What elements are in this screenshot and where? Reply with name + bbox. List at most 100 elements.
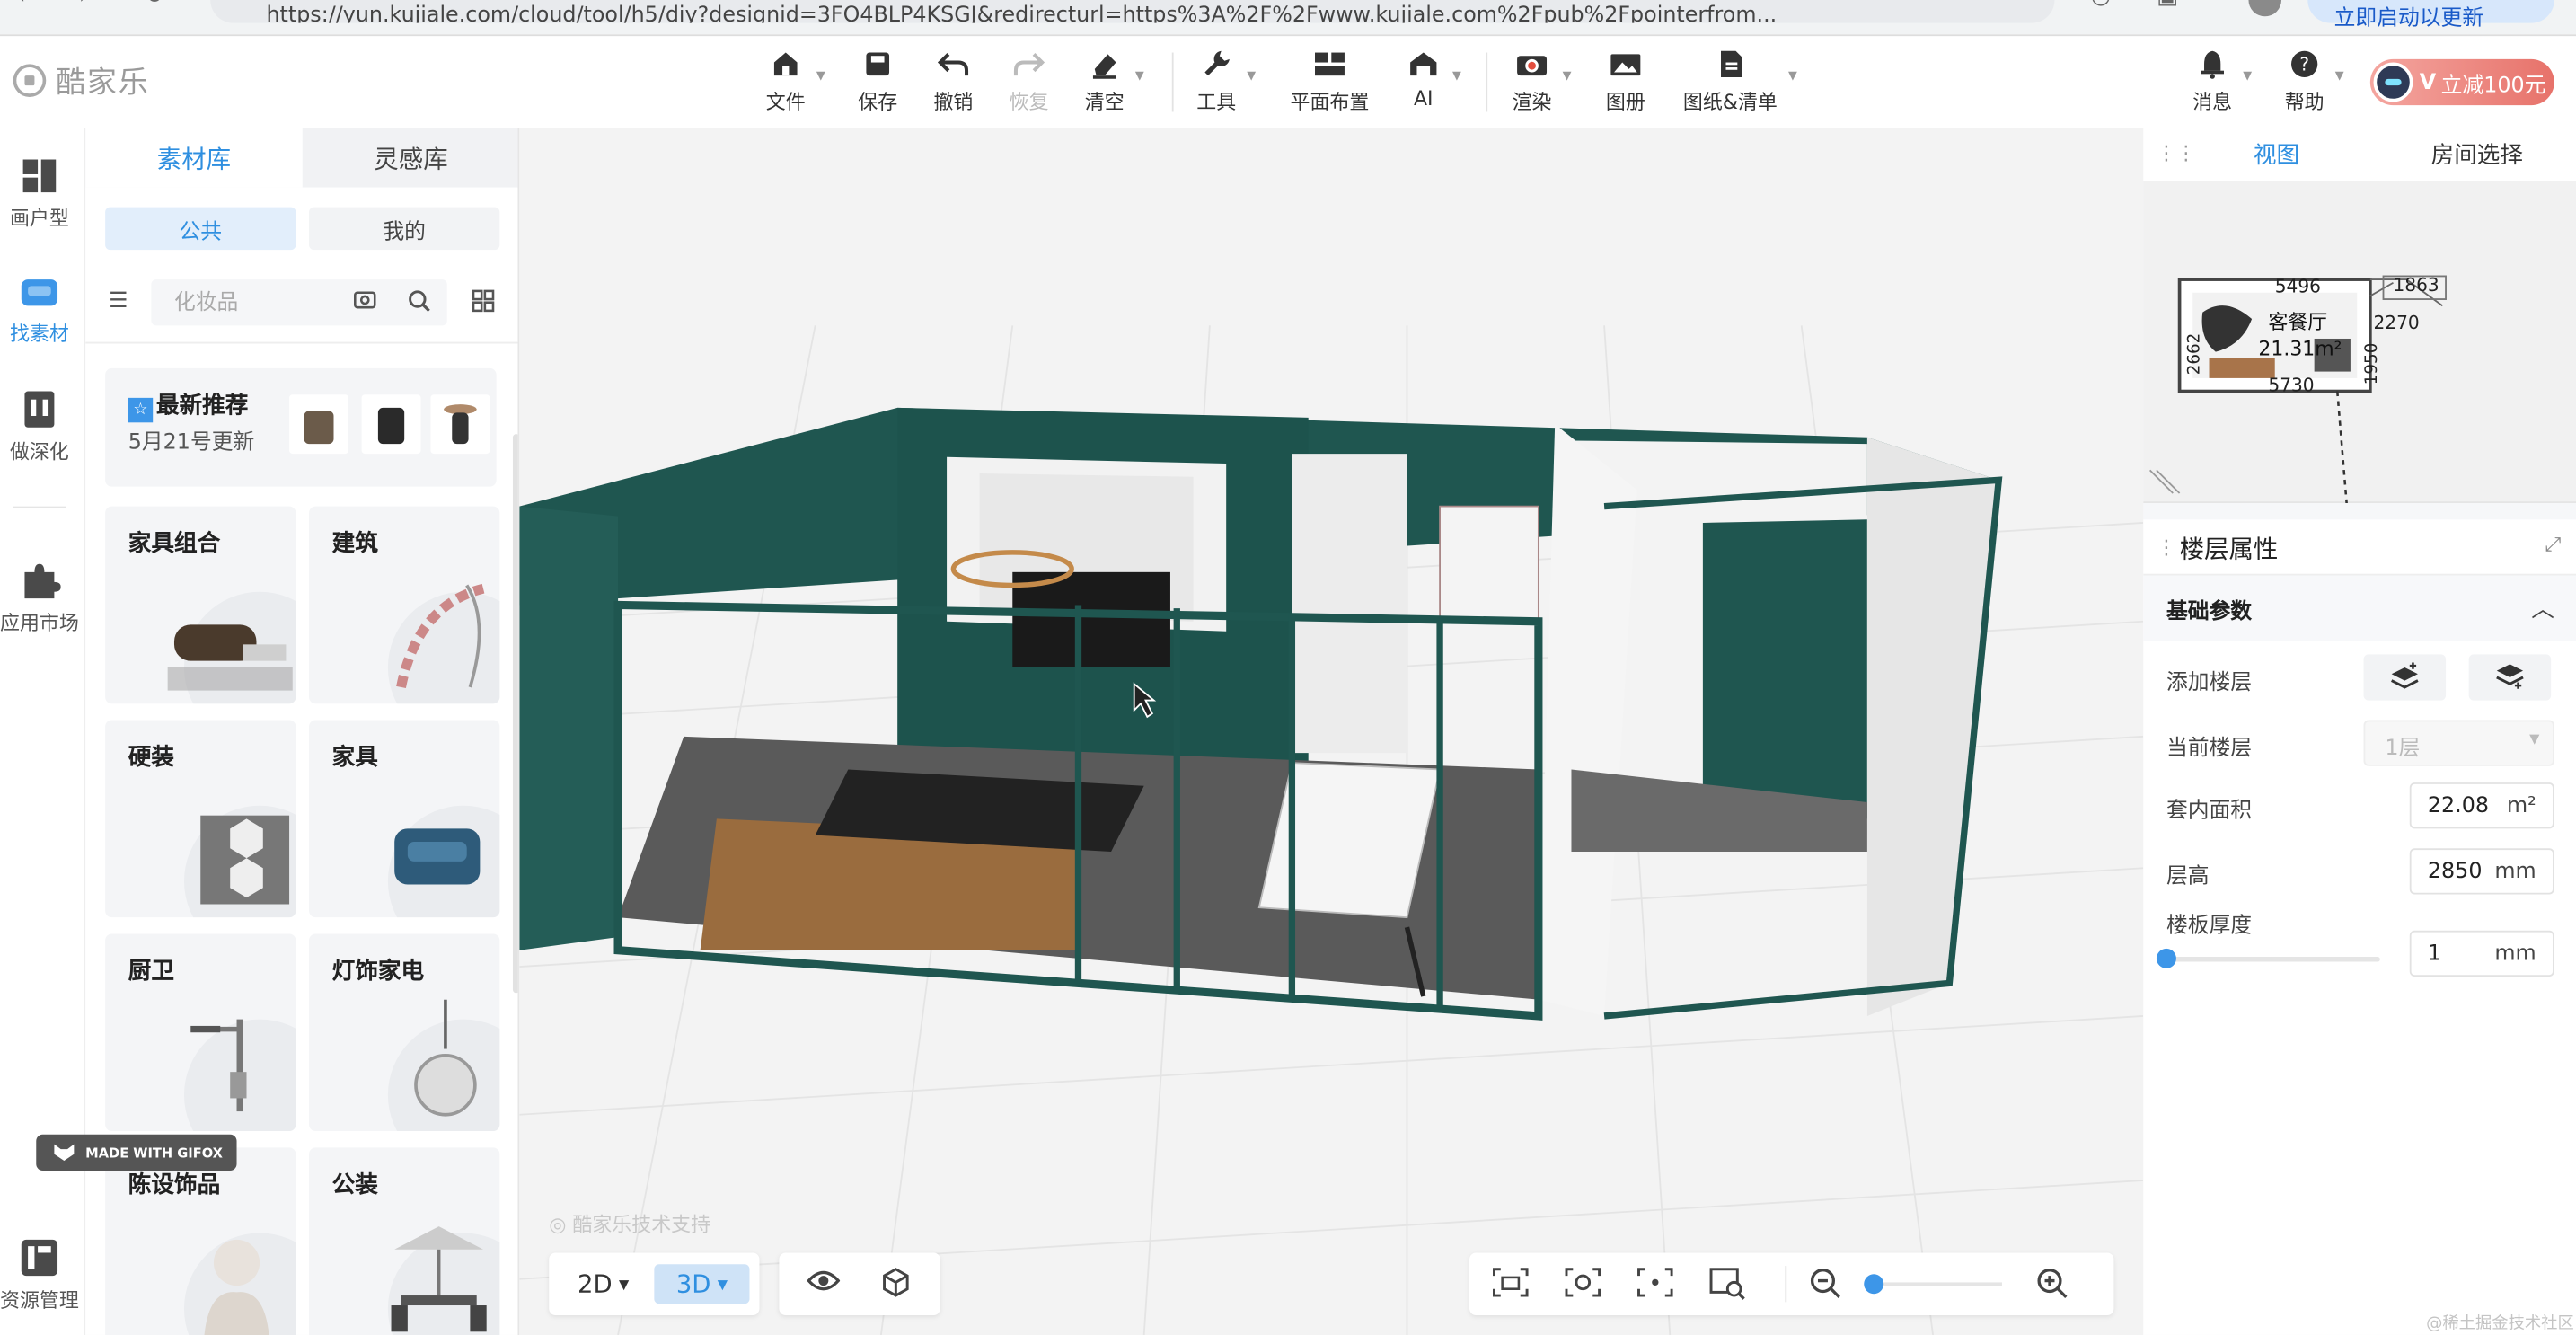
staircase-thumb [396, 583, 485, 689]
update-button[interactable]: 立即启动以更新 [2307, 0, 2554, 31]
drawings-menu-button[interactable]: 图纸&清单 ▼ [1683, 46, 1797, 115]
mode-3d-button[interactable]: 3D ▼ [654, 1264, 750, 1304]
reload-icon[interactable]: ↻ [145, 0, 163, 10]
shower-thumb [190, 1019, 247, 1112]
zoom-slider-track[interactable] [1874, 1282, 2002, 1286]
back-icon[interactable]: ‹ [16, 0, 25, 10]
slab-thickness-slider-knob[interactable] [2156, 948, 2176, 968]
ai-house-icon [1406, 46, 1442, 82]
current-floor-select[interactable]: 1层 ▼ [2363, 720, 2554, 766]
zoom-slider-knob[interactable] [1864, 1274, 1884, 1295]
focus-icon[interactable] [1637, 1268, 1673, 1301]
3d-viewport[interactable]: ◎ 酷家乐技术支持 2D ▼ 3D ▼ [519, 128, 2144, 1335]
camera-settings-icon[interactable] [1565, 1268, 1601, 1301]
panel-scrollbar[interactable] [512, 434, 518, 994]
floor-height-field[interactable]: 2850 mm [2409, 848, 2554, 895]
zoom-out-icon[interactable] [1808, 1268, 1844, 1301]
panel-tabs: 素材库 灵感库 [85, 128, 518, 188]
rail-item-materials[interactable]: 找素材 [0, 270, 79, 347]
redo-button[interactable]: 恢复 [1010, 46, 1049, 115]
minimap[interactable]: 5496 1863 客餐厅 21.31m² 2270 5730 2662 195… [2143, 181, 2576, 510]
render-menu-button[interactable]: 渲染 ▼ [1513, 46, 1572, 115]
vip-icon: V [2419, 69, 2437, 95]
album-icon [1608, 46, 1644, 82]
wrench-icon [1198, 46, 1234, 82]
category-card[interactable]: 陈设饰品 [105, 1147, 296, 1335]
rail-item-market[interactable]: 应用市场 [0, 559, 79, 636]
zoom-in-icon[interactable] [2035, 1268, 2071, 1301]
chevron-down-icon: ▼ [618, 1276, 630, 1292]
armchair-thumb [394, 828, 481, 885]
forward-icon[interactable]: › [79, 0, 88, 10]
category-card[interactable]: 厨卫 [105, 933, 296, 1132]
grid-view-icon[interactable] [470, 289, 496, 315]
mode-2d-button[interactable]: 2D ▼ [562, 1264, 645, 1304]
right-panel: ⋮⋮ 视图 房间选择 5496 1863 客餐厅 21.31m² 2270 57… [2143, 128, 2576, 1335]
properties-header: ⋮⋮ 楼层属性 ⤢ [2143, 519, 2576, 576]
search-icon[interactable] [406, 289, 432, 315]
slab-thickness-slider-track[interactable] [2166, 957, 2380, 962]
tools-menu-button[interactable]: 工具 ▼ [1196, 46, 1256, 115]
file-menu-button[interactable]: 文件 ▼ [766, 46, 825, 115]
add-floor-below-button[interactable] [2468, 654, 2552, 701]
undo-button[interactable]: 撤销 [933, 46, 973, 115]
category-card[interactable]: 家具组合 [105, 506, 296, 704]
category-card[interactable]: 硬装 [105, 720, 296, 918]
logo-icon [13, 64, 47, 97]
list-view-icon[interactable]: ☰ [105, 289, 131, 315]
slab-thickness-field[interactable]: 1 mm [2409, 930, 2554, 977]
category-card[interactable]: 家具 [309, 720, 500, 918]
history-icon[interactable]: ◔ [2091, 0, 2111, 10]
tab-materials[interactable]: 素材库 [85, 128, 303, 188]
chevron-up-icon[interactable]: ︿ [2531, 592, 2554, 625]
ai-menu-button[interactable]: AI ▼ [1406, 46, 1461, 111]
add-floor-above-button[interactable] [2363, 654, 2447, 701]
zoom-to-fit-icon[interactable] [1709, 1268, 1745, 1301]
toolbar-divider [1486, 52, 1488, 112]
tab-inspiration[interactable]: 灵感库 [303, 128, 518, 188]
tab-room-select[interactable]: 房间选择 [2386, 128, 2567, 181]
chevron-down-icon: ▼ [717, 1276, 728, 1292]
featured-thumb [289, 394, 348, 455]
display-tools [779, 1252, 940, 1315]
featured-card[interactable]: ☆ 最新推荐 5月21号更新 [105, 367, 497, 487]
search-input[interactable] [151, 279, 447, 326]
profile-avatar[interactable] [2248, 0, 2282, 17]
file-home-icon [768, 46, 804, 82]
category-card[interactable]: 灯饰家电 [309, 933, 500, 1132]
room-area-label: 21.31m² [2258, 338, 2342, 360]
dim-right-label: 1950 [2362, 343, 2381, 385]
rail-item-assets[interactable]: 资源管理 [0, 1236, 79, 1313]
room-model[interactable] [519, 407, 2003, 1021]
rail-item-deepen[interactable]: 做深化 [0, 388, 79, 465]
segment-mine[interactable]: 我的 [309, 207, 500, 251]
basic-params-section[interactable]: 基础参数 ︿ [2143, 575, 2576, 641]
camera-icon [1513, 46, 1549, 82]
album-button[interactable]: 图册 [1606, 46, 1645, 115]
rail-item-floorplan[interactable]: 画户型 [0, 155, 79, 232]
clear-button[interactable]: 清空 ▼ [1085, 46, 1144, 115]
app-logo[interactable]: 酷家乐 [13, 59, 150, 102]
walkthrough-camera-icon[interactable] [1493, 1268, 1529, 1301]
inner-area-field[interactable]: 22.08 m² [2409, 782, 2554, 829]
cube-icon[interactable] [878, 1268, 913, 1301]
eye-icon[interactable] [806, 1268, 842, 1301]
save-button[interactable]: 保存 [858, 46, 897, 115]
segment-public[interactable]: 公共 [105, 207, 296, 251]
promo-button[interactable]: V 立减100元 [2369, 58, 2554, 106]
messages-button[interactable]: 消息 ▼ [2192, 46, 2252, 115]
help-button[interactable]: ? 帮助 ▼ [2285, 46, 2344, 115]
3d-scene[interactable] [519, 128, 2144, 1335]
expand-icon[interactable]: ⤢ [2545, 533, 2562, 557]
floorplan-icon [22, 159, 57, 193]
fox-icon [54, 1144, 75, 1161]
document-icon [1712, 46, 1748, 82]
category-card[interactable]: 建筑 [309, 506, 500, 704]
address-bar[interactable]: https://yun.kujiale.com/cloud/tool/h5/di… [210, 0, 2055, 23]
extension-icon[interactable]: ▣ [2157, 0, 2178, 10]
camera-search-icon[interactable] [352, 289, 378, 315]
category-card[interactable]: 公装 [309, 1147, 500, 1335]
tab-view[interactable]: 视图 [2186, 128, 2367, 181]
layout-button[interactable]: 平面布置 [1291, 46, 1369, 115]
search-row: ☰ [85, 273, 517, 332]
